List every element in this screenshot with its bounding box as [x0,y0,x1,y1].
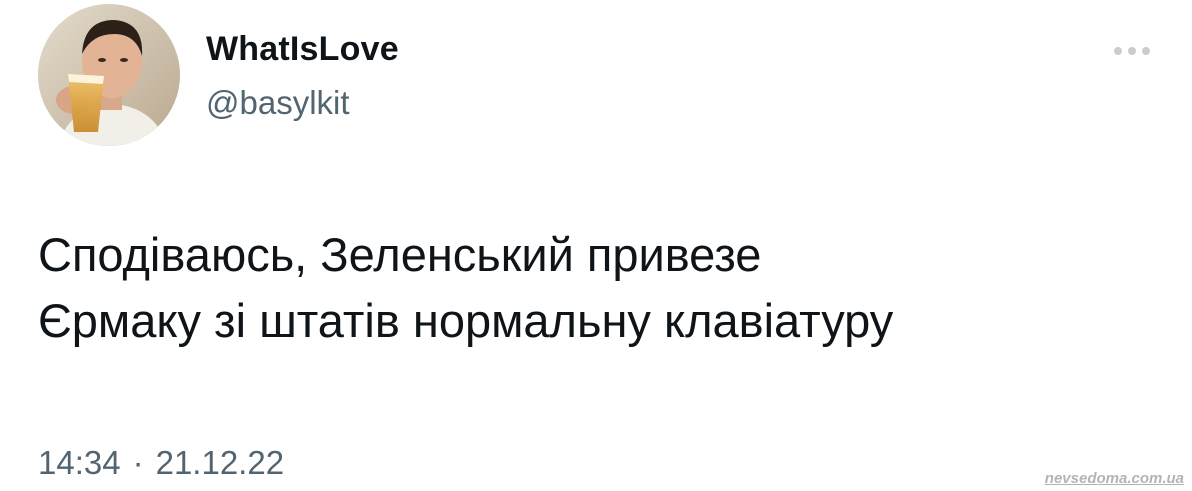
tweet-text-line: Сподіваюсь, Зеленський привезе [38,228,762,281]
tweet-time: 14:34 [38,444,121,481]
tweet-card: WhatIsLove @basylkit Сподіваюсь, Зеленсь… [0,0,1192,491]
user-handle[interactable]: @basylkit [206,84,350,122]
display-name[interactable]: WhatIsLove [206,30,399,69]
more-options-button[interactable] [1108,34,1156,68]
tweet-timestamp[interactable]: 14:34 · 21.12.22 [38,444,284,482]
watermark: nevsedoma.com.ua [1044,470,1184,487]
avatar[interactable] [38,4,180,146]
user-avatar-photo-icon [38,4,180,146]
more-horizontal-icon [1114,47,1150,55]
tweet-text: Сподіваюсь, Зеленський привезе Єрмаку зі… [38,222,1168,354]
tweet-text-line: Єрмаку зі штатів нормальну клавіатуру [38,294,894,347]
meta-separator: · [132,444,144,481]
tweet-date: 21.12.22 [155,444,285,481]
